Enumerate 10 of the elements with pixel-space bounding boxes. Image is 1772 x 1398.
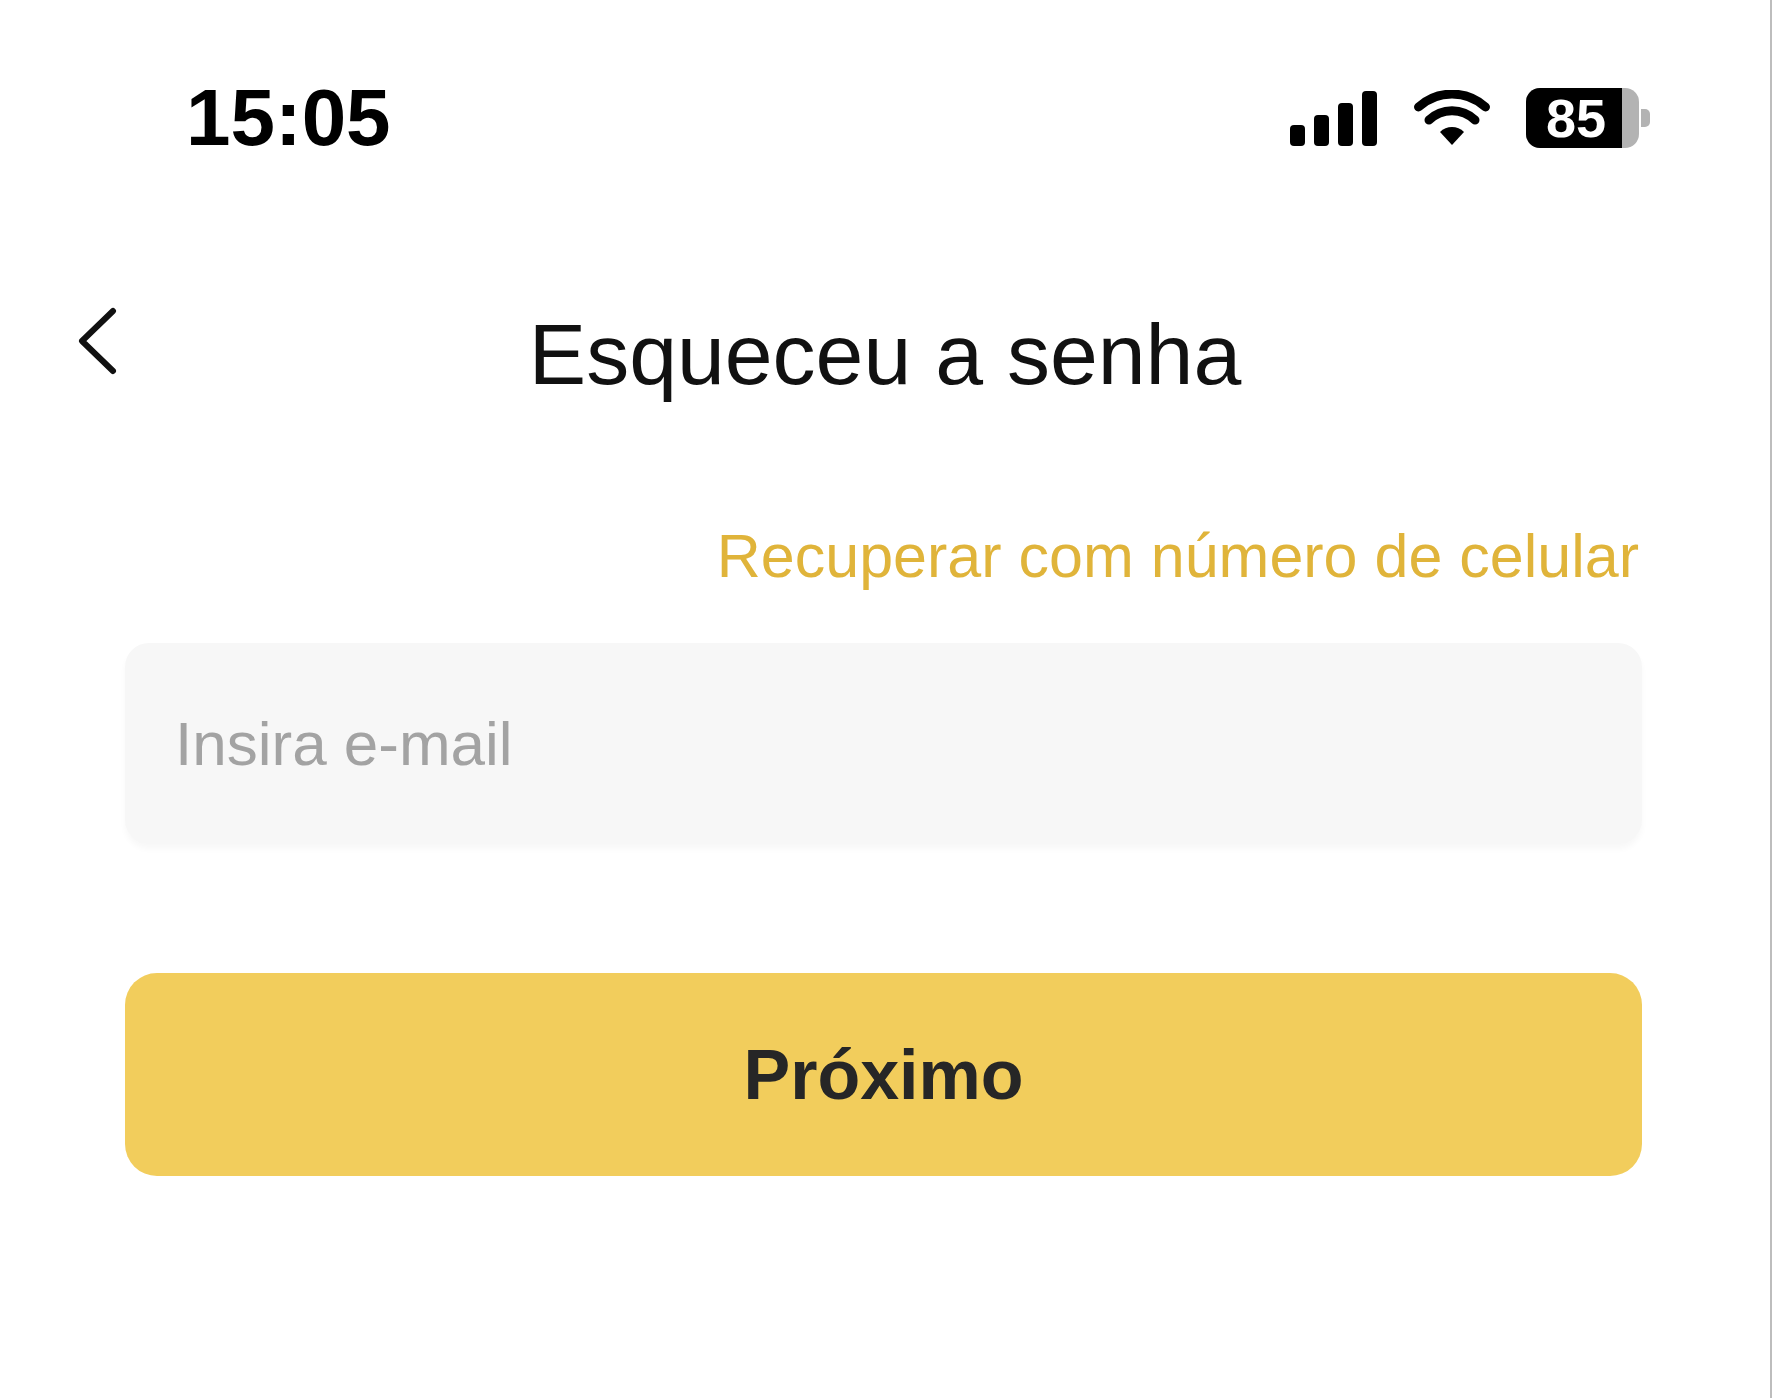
- back-chevron-icon: [77, 307, 117, 375]
- status-time: 15:05: [186, 78, 391, 158]
- battery-percentage: 85: [1545, 88, 1607, 148]
- next-button[interactable]: Próximo: [125, 973, 1642, 1177]
- signal-icon: [1290, 90, 1378, 146]
- back-button[interactable]: [77, 307, 117, 375]
- wifi-icon: [1414, 90, 1490, 146]
- battery-icon: [1526, 88, 1650, 148]
- page-title: Esqueceu a senha: [528, 305, 1242, 404]
- email-field[interactable]: Insira e-mail: [125, 643, 1642, 845]
